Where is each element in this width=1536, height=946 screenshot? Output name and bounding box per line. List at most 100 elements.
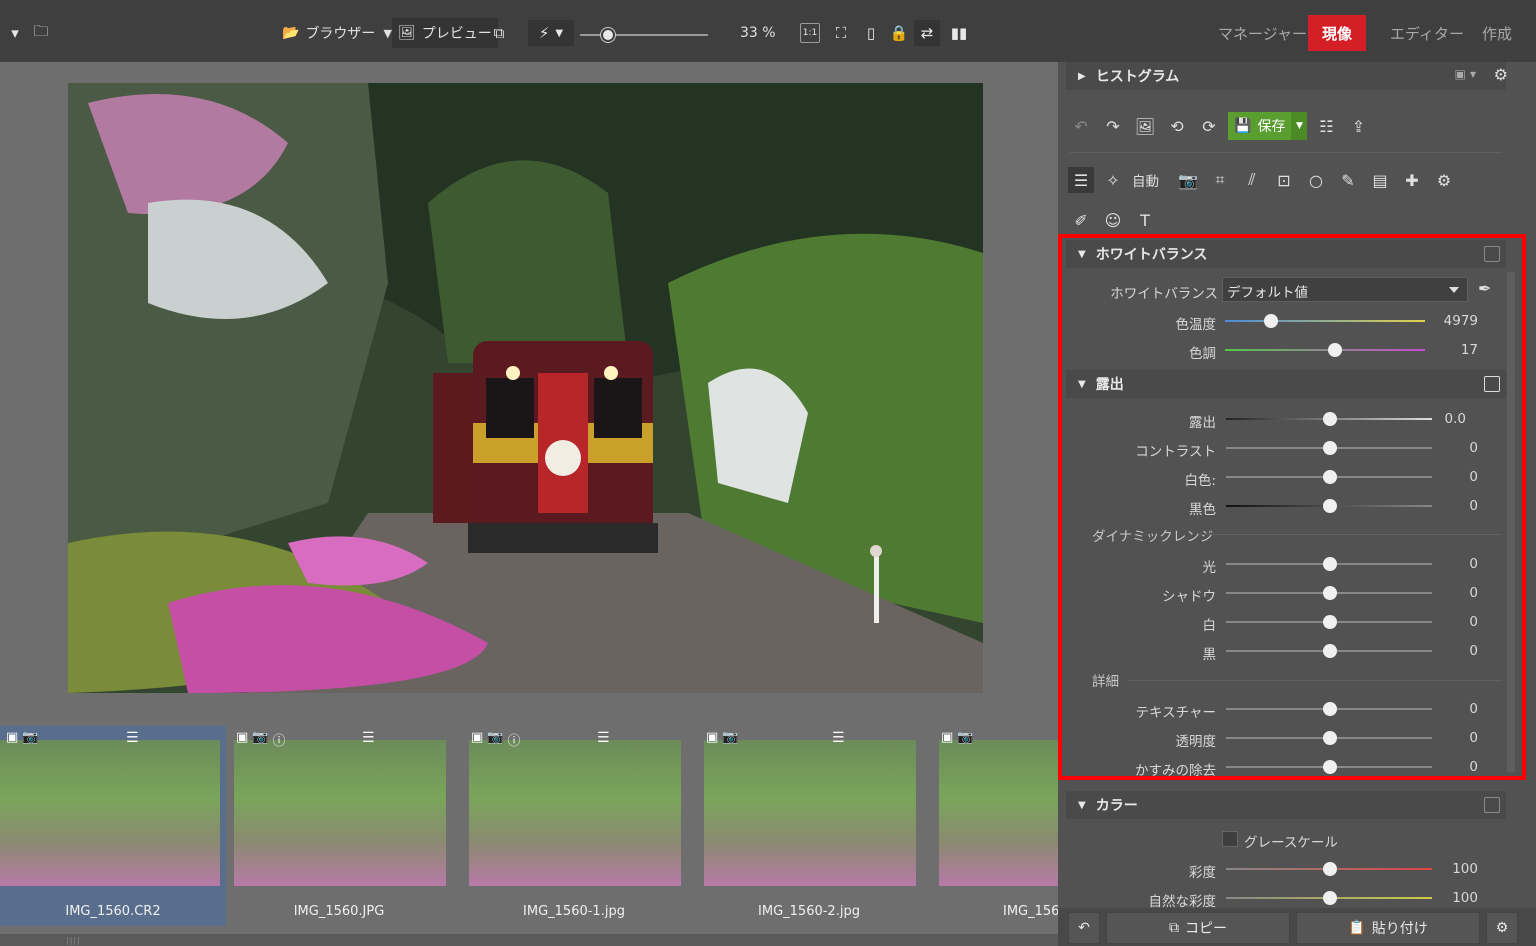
slider-thumb[interactable] bbox=[1328, 343, 1342, 357]
slider-thumb[interactable] bbox=[1323, 499, 1337, 513]
save-dropdown-button[interactable]: ▼ bbox=[1291, 112, 1308, 140]
fit-screen-icon[interactable]: ⛶ bbox=[828, 20, 854, 46]
mode-manager[interactable]: マネージャー bbox=[1204, 15, 1321, 51]
eraser-icon[interactable]: ✐ bbox=[1068, 207, 1094, 233]
presets-icon[interactable]: ☷ bbox=[1313, 113, 1339, 139]
filmstrip-scrollbar[interactable] bbox=[0, 934, 1058, 946]
copy-button[interactable]: ⧉ コピー bbox=[1106, 912, 1290, 944]
paste-options-button[interactable]: ⚙ bbox=[1486, 912, 1518, 944]
filmstrip-thumb-2[interactable]: ▣ 📷 ⓘ ☰ IMG_1560.JPG bbox=[226, 726, 452, 926]
split-view-icon[interactable]: ▮▮ bbox=[946, 20, 972, 46]
slider-thumb[interactable] bbox=[1323, 557, 1337, 571]
crop-icon[interactable]: ⌗ bbox=[1207, 167, 1233, 193]
camera-menu-icon[interactable]: ▣ ▾ bbox=[1454, 67, 1476, 81]
file-icon: ▣ bbox=[236, 730, 249, 745]
mode-editor[interactable]: エディター bbox=[1376, 15, 1478, 51]
slider-blacks: 黒色 0 bbox=[1066, 494, 1506, 518]
face-icon[interactable]: ☺ bbox=[1100, 207, 1126, 233]
preview-button[interactable]: 🖼 プレビュー bbox=[392, 18, 498, 48]
mode-develop[interactable]: 現像 bbox=[1308, 15, 1367, 51]
slider-thumb[interactable] bbox=[1323, 891, 1337, 905]
white-balance-header[interactable]: ▼ ホワイトバランス bbox=[1066, 240, 1506, 268]
tool-gear-icon[interactable]: ⚙ bbox=[1431, 167, 1457, 193]
slider-track[interactable] bbox=[1225, 320, 1425, 322]
rotate-left-icon[interactable]: ⟲ bbox=[1164, 113, 1190, 139]
radial-filter-icon[interactable]: ○ bbox=[1303, 167, 1329, 193]
undo-icon[interactable]: ↶ bbox=[1068, 113, 1094, 139]
auto-label[interactable]: 自動 bbox=[1132, 170, 1159, 190]
ratio-1-1-button[interactable]: 1:1 bbox=[800, 23, 820, 43]
histogram-header[interactable]: ▶ ヒストグラム ▣ ▾ ⚙ bbox=[1066, 62, 1508, 90]
paste-button[interactable]: 📋 貼り付け bbox=[1296, 912, 1480, 944]
wb-mode-select[interactable]: デフォルト値 bbox=[1222, 277, 1468, 302]
slider-thumb[interactable] bbox=[1323, 862, 1337, 876]
filmstrip-thumb-1[interactable]: ▣ 📷 ☰ IMG_1560.CR2 bbox=[0, 726, 226, 926]
filmstrip-thumb-4[interactable]: ▣ 📷 ☰ IMG_1560-2.jpg bbox=[696, 726, 922, 926]
perspective-icon[interactable]: ⫽ bbox=[1239, 167, 1265, 193]
slider-thumb[interactable] bbox=[1264, 314, 1278, 328]
slider-label: 色調 bbox=[1189, 346, 1216, 362]
camera-icon: 📷 bbox=[252, 730, 269, 745]
paste-settings-icon[interactable] bbox=[1484, 246, 1500, 262]
rotate-right-icon[interactable]: ⟳ bbox=[1196, 113, 1222, 139]
healing-icon[interactable]: ✚ bbox=[1399, 167, 1425, 193]
zoom-slider-thumb[interactable] bbox=[601, 28, 616, 42]
top-toolbar: ▾ 🗀 📂 ブラウザー ▼ 🖼 プレビュー ⧉ ⚡ ▼ 33 % 1:1 ⛶ ▯ … bbox=[0, 0, 1536, 62]
slider-label: 黒 bbox=[1202, 647, 1217, 663]
slider-label: 彩度 bbox=[1189, 865, 1216, 881]
slider-thumb[interactable] bbox=[1323, 760, 1337, 774]
slider-thumb[interactable] bbox=[1323, 702, 1337, 716]
save-button[interactable]: 💾 保存 bbox=[1228, 112, 1292, 140]
paste-settings-icon[interactable] bbox=[1484, 797, 1500, 813]
browser-button[interactable]: 📂 ブラウザー ▼ bbox=[282, 18, 392, 48]
camera-icon: 📷 bbox=[487, 730, 504, 745]
slider-clarity: 透明度 0 bbox=[1066, 726, 1506, 750]
add-folder-icon[interactable]: 🗀 bbox=[28, 20, 54, 46]
brush-icon[interactable]: ✎ bbox=[1335, 167, 1361, 193]
slider-thumb[interactable] bbox=[1323, 470, 1337, 484]
compare-icon[interactable]: ⇄ bbox=[914, 20, 940, 46]
exposure-header[interactable]: ▼ 露出 bbox=[1066, 370, 1506, 398]
slider-thumb[interactable] bbox=[1323, 441, 1337, 455]
thumb-image bbox=[704, 740, 916, 886]
filmstrip-thumb-3[interactable]: ▣ 📷 ⓘ ☰ IMG_1560-1.jpg bbox=[461, 726, 687, 926]
share-icon[interactable]: ⇪ bbox=[1345, 113, 1371, 139]
text-tool-icon[interactable]: T bbox=[1132, 207, 1158, 233]
slider-thumb[interactable] bbox=[1323, 412, 1337, 426]
camera-tool-icon[interactable]: 📷 bbox=[1175, 167, 1201, 193]
gradient-icon[interactable]: ▤ bbox=[1367, 167, 1393, 193]
panel-scrollbar[interactable] bbox=[1507, 272, 1515, 772]
zoom-slider-track[interactable] bbox=[580, 34, 708, 36]
fit-height-icon[interactable]: ▯ bbox=[858, 20, 884, 46]
wb-mode-label: ホワイトバランス bbox=[1110, 286, 1218, 302]
reset-button[interactable]: ↶ bbox=[1068, 912, 1100, 944]
eyedropper-icon[interactable]: ✒ bbox=[1478, 279, 1491, 298]
mode-create[interactable]: 作成 bbox=[1468, 15, 1526, 51]
adjustments-tool-icon[interactable]: ☰ bbox=[1068, 167, 1094, 193]
paste-settings-icon[interactable] bbox=[1484, 376, 1500, 392]
histogram-title: ヒストグラム bbox=[1095, 69, 1180, 85]
auto-wand-icon[interactable]: ✧ bbox=[1100, 167, 1126, 193]
filmstrip-thumb-5[interactable]: ▣📷 IMG_1560 bbox=[931, 726, 1058, 926]
flash-menu-button[interactable]: ⚡ ▼ bbox=[528, 20, 574, 46]
slider-thumb[interactable] bbox=[1323, 586, 1337, 600]
external-window-icon[interactable]: ⧉ bbox=[486, 20, 512, 46]
redo-icon[interactable]: ↷ bbox=[1100, 113, 1126, 139]
frame-icon[interactable]: ⊡ bbox=[1271, 167, 1297, 193]
grayscale-label: グレースケール bbox=[1244, 835, 1338, 851]
slider-thumb[interactable] bbox=[1323, 644, 1337, 658]
camera-icon: 📷 bbox=[22, 730, 39, 745]
scroll-grip-icon[interactable]: |||| bbox=[66, 936, 81, 945]
action-toolbar: ↶ ↷ 🖼 ⟲ ⟳ 💾 保存 ▼ ☷ ⇪ bbox=[1068, 112, 1371, 140]
lock-icon[interactable]: 🔒 bbox=[886, 20, 912, 46]
settings-gear-icon[interactable]: ⚙ bbox=[1494, 65, 1508, 84]
color-header[interactable]: ▼ カラー bbox=[1066, 791, 1506, 819]
slider-track[interactable] bbox=[1225, 349, 1425, 351]
grayscale-checkbox[interactable] bbox=[1222, 831, 1238, 847]
adjustments-icon: ☰ bbox=[362, 730, 375, 746]
original-image-icon[interactable]: 🖼 bbox=[1132, 113, 1158, 139]
dropdown-caret-icon[interactable]: ▾ bbox=[2, 20, 28, 46]
slider-thumb[interactable] bbox=[1323, 615, 1337, 629]
slider-thumb[interactable] bbox=[1323, 731, 1337, 745]
thumb-filename: IMG_1560.JPG bbox=[293, 904, 385, 919]
